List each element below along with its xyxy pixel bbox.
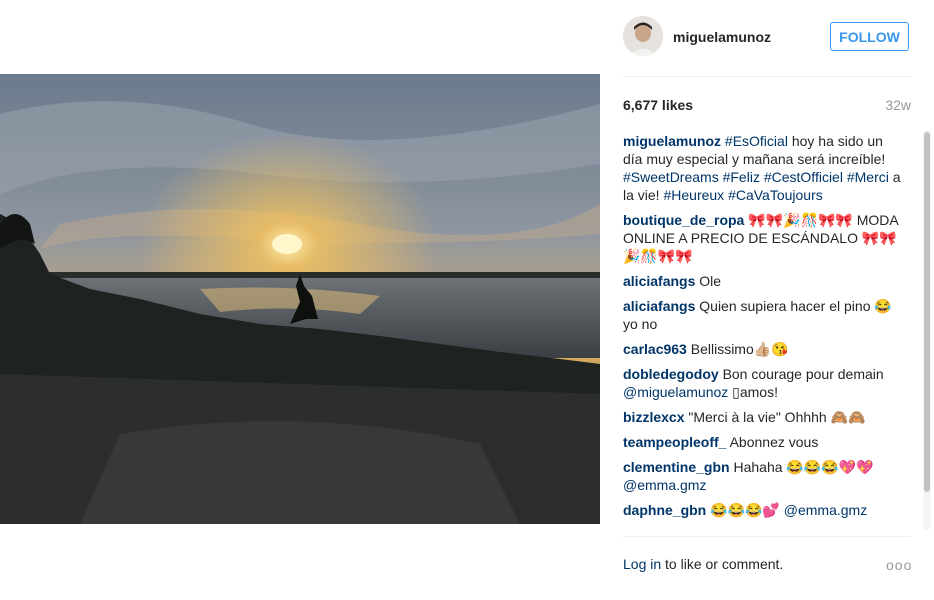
comment-mention[interactable]: @emma.gmz bbox=[623, 477, 706, 493]
photo-area bbox=[0, 0, 600, 600]
hashtag[interactable]: #Merci bbox=[847, 169, 889, 185]
hashtag[interactable]: #EsOficial bbox=[725, 133, 788, 149]
comment-item: daphne_gbn 😂😂😂💕 @emma.gmz bbox=[623, 501, 901, 519]
comments-list[interactable]: miguelamunoz #EsOficial hoy ha sido un d… bbox=[623, 132, 901, 530]
comment-username[interactable]: teampeopleoff_ bbox=[623, 434, 726, 450]
post-panel: miguelamunoz FOLLOW 6,677 likes 32w migu… bbox=[600, 0, 934, 600]
header-divider bbox=[623, 76, 911, 77]
comment-item: dobledegodoy Bon courage pour demain @mi… bbox=[623, 365, 901, 401]
profile-avatar[interactable] bbox=[623, 16, 663, 56]
sunset-image bbox=[0, 74, 600, 524]
login-link[interactable]: Log in bbox=[623, 556, 661, 572]
comment-username[interactable]: dobledegodoy bbox=[623, 366, 719, 382]
login-prompt: Log in to like or comment. bbox=[623, 556, 783, 572]
comment-item: bizzlexcx "Merci à la vie" Ohhhh 🙈🙈 bbox=[623, 408, 901, 426]
comment-item: aliciafangs Quien supiera hacer el pino … bbox=[623, 297, 901, 333]
post-age[interactable]: 32w bbox=[885, 97, 911, 113]
hashtag[interactable]: #SweetDreams bbox=[623, 169, 719, 185]
post-header: miguelamunoz FOLLOW bbox=[623, 16, 911, 58]
likes-count[interactable]: 6,677 likes bbox=[623, 97, 693, 113]
comment-username[interactable]: aliciafangs bbox=[623, 273, 695, 289]
comment-text: "Merci à la vie" Ohhhh 🙈🙈 bbox=[688, 409, 866, 425]
comment-username[interactable]: daphne_gbn bbox=[623, 502, 706, 518]
hashtag[interactable]: #CaVaToujours bbox=[728, 187, 823, 203]
comment-item: boutique_de_ropa 🎀🎀🎉🎊🎀🎀 MODA ONLINE A PR… bbox=[623, 211, 901, 265]
comment-item: clementine_gbn Hahaha 😂😂😂💖💖 @emma.gmz bbox=[623, 458, 901, 494]
scrollbar-thumb[interactable] bbox=[924, 132, 930, 492]
post-username[interactable]: miguelamunoz bbox=[673, 29, 771, 45]
comment-text: Bon courage pour demain bbox=[722, 366, 884, 382]
hashtag[interactable]: #CestOfficiel bbox=[764, 169, 843, 185]
comment-item: aliciafangs Ole bbox=[623, 272, 901, 290]
avatar-icon bbox=[623, 16, 663, 56]
login-text: to like or comment. bbox=[661, 556, 784, 572]
comment-text: Ole bbox=[699, 273, 722, 289]
hashtag[interactable]: #Heureux bbox=[663, 187, 724, 203]
comment-username[interactable]: aliciafangs bbox=[623, 298, 695, 314]
comment-username[interactable]: bizzlexcx bbox=[623, 409, 684, 425]
comment-mention[interactable]: @miguelamunoz bbox=[623, 384, 728, 400]
comment-text: ▯amos! bbox=[728, 384, 778, 400]
comment-item: teampeopleoff_ Abonnez vous bbox=[623, 433, 901, 451]
caption-username[interactable]: miguelamunoz bbox=[623, 133, 721, 149]
comment-username[interactable]: boutique_de_ropa bbox=[623, 212, 744, 228]
follow-button[interactable]: FOLLOW bbox=[830, 22, 909, 51]
caption: miguelamunoz #EsOficial hoy ha sido un d… bbox=[623, 132, 901, 204]
comment-text: Abonnez vous bbox=[729, 434, 819, 450]
more-options-icon[interactable]: ooo bbox=[886, 557, 912, 573]
comment-mention[interactable]: @emma.gmz bbox=[784, 502, 867, 518]
post-photo[interactable] bbox=[0, 74, 600, 524]
footer-divider bbox=[623, 536, 911, 537]
comment-username[interactable]: clementine_gbn bbox=[623, 459, 730, 475]
comment-text: Hahaha 😂😂😂💖💖 bbox=[733, 459, 874, 475]
comment-text: Bellissimo👍🏼😘 bbox=[690, 341, 789, 357]
comments-scrollbar[interactable] bbox=[923, 130, 931, 530]
comment-text: 😂😂😂💕 bbox=[710, 502, 784, 518]
comment-item: carlac963 Bellissimo👍🏼😘 bbox=[623, 340, 901, 358]
comment-username[interactable]: carlac963 bbox=[623, 341, 687, 357]
hashtag[interactable]: #Feliz bbox=[723, 169, 760, 185]
